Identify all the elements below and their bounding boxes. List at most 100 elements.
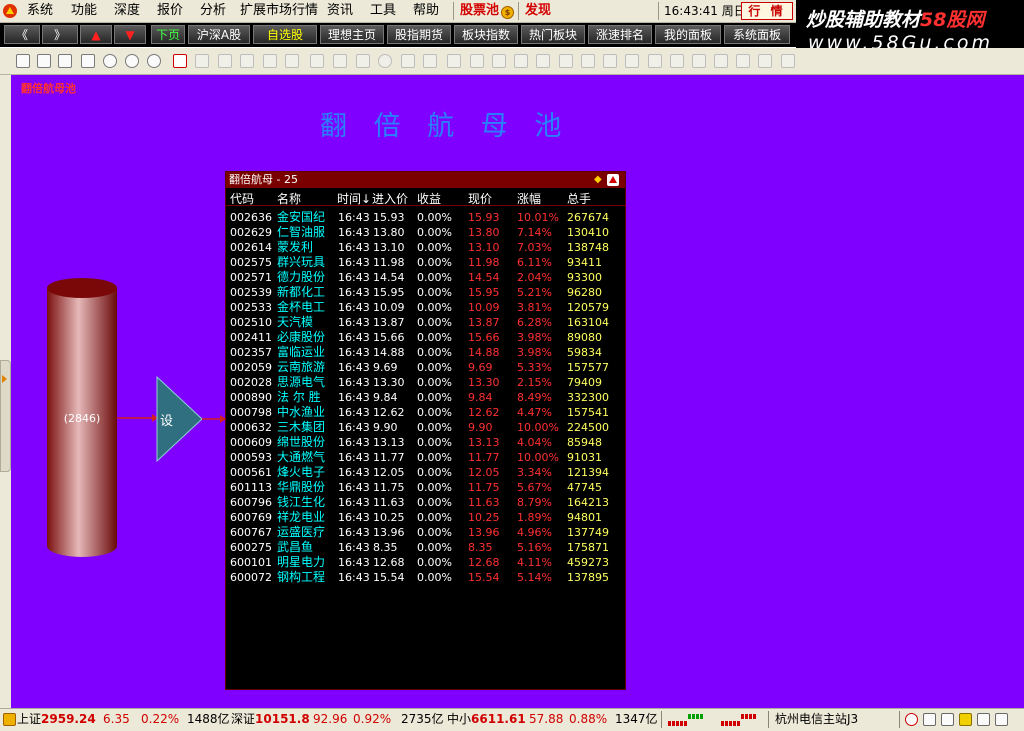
- table-row[interactable]: 002629 仁智油服 16:43 13.80 0.00% 13.80 7.14% 13041…: [226, 225, 625, 240]
- table-row[interactable]: 600796 钱江生化 16:43 11.63 0.00% 11.63 8.79% 16421…: [226, 495, 625, 510]
- down-arrow-button[interactable]: ▼: [114, 25, 146, 44]
- col-header-current-price[interactable]: 现价: [468, 190, 492, 207]
- group-icon[interactable]: [447, 54, 461, 68]
- table-row[interactable]: 600101 明星电力 16:43 12.68 0.00% 12.68 4.11% 45927…: [226, 555, 625, 570]
- polygon-tool-icon[interactable]: [401, 54, 415, 68]
- line-tool-icon[interactable]: [263, 54, 277, 68]
- col-header-change-pct[interactable]: 涨幅: [517, 190, 541, 207]
- server-name[interactable]: 杭州电信主站J3: [775, 709, 858, 730]
- stop-icon[interactable]: [147, 54, 161, 68]
- distribute-v-icon[interactable]: [692, 54, 706, 68]
- same-height-icon[interactable]: [736, 54, 750, 68]
- ungroup-icon[interactable]: [470, 54, 484, 68]
- dollar-icon[interactable]: [959, 713, 972, 726]
- menu-tools[interactable]: 工具: [370, 0, 396, 22]
- menu-discover[interactable]: 发现: [525, 0, 551, 22]
- tab-hot-sectors[interactable]: 热门板块: [521, 25, 585, 44]
- table-row[interactable]: 000890 法 尔 胜 16:43 9.84 0.00% 9.84 8.49% 332300: [226, 390, 625, 405]
- bring-front-icon[interactable]: [492, 54, 506, 68]
- align-bottom-icon[interactable]: [581, 54, 595, 68]
- table-row[interactable]: 000561 烽火电子 16:43 12.05 0.00% 12.05 3.34% 12139…: [226, 465, 625, 480]
- pause-icon[interactable]: [125, 54, 139, 68]
- table-row[interactable]: 600275 武昌鱼 16:43 8.35 0.00% 8.35 5.16% 175871: [226, 540, 625, 555]
- message-icon[interactable]: [941, 713, 954, 726]
- format-icon[interactable]: [240, 54, 254, 68]
- tab-favorites[interactable]: 自选股: [253, 25, 317, 44]
- align-right-icon[interactable]: [648, 54, 662, 68]
- same-size-icon[interactable]: [758, 54, 772, 68]
- table-row[interactable]: 002028 思源电气 16:43 13.30 0.00% 13.30 2.15% 79409: [226, 375, 625, 390]
- col-header-volume[interactable]: 总手: [567, 190, 591, 207]
- open-folder-icon[interactable]: [37, 54, 51, 68]
- menu-analysis[interactable]: 分析: [200, 0, 226, 22]
- menu-depth[interactable]: 深度: [114, 0, 140, 22]
- shape-tool-icon[interactable]: [423, 54, 437, 68]
- send-back-icon[interactable]: [514, 54, 528, 68]
- table-row[interactable]: 002357 富临运业 16:43 14.88 0.00% 14.88 3.98% 59834: [226, 345, 625, 360]
- table-row[interactable]: 002059 云南旅游 16:43 9.69 0.00% 9.69 5.33% 157577: [226, 360, 625, 375]
- tab-index-futures[interactable]: 股指期货: [387, 25, 451, 44]
- col-header-code[interactable]: 代码: [230, 190, 254, 207]
- copy-icon[interactable]: [195, 54, 209, 68]
- table-row[interactable]: 600769 祥龙电业 16:43 10.25 0.00% 10.25 1.89% 94801: [226, 510, 625, 525]
- up-arrow-button[interactable]: ▲: [80, 25, 112, 44]
- save-icon[interactable]: [58, 54, 72, 68]
- back-button[interactable]: 《: [4, 25, 40, 44]
- table-row[interactable]: 000609 绵世股份 16:43 13.13 0.00% 13.13 4.04% 85948: [226, 435, 625, 450]
- rectangle-tool-icon[interactable]: [356, 54, 370, 68]
- new-document-icon[interactable]: [16, 54, 30, 68]
- align-top-icon[interactable]: [536, 54, 550, 68]
- distribute-h-icon[interactable]: [670, 54, 684, 68]
- table-row[interactable]: 601113 华鼎股份 16:43 11.75 0.00% 11.75 5.67% 47745: [226, 480, 625, 495]
- tab-speed-ranking[interactable]: 涨速排名: [588, 25, 652, 44]
- table-row[interactable]: 002533 金杯电工 16:43 10.09 0.00% 10.09 3.81% 12057…: [226, 300, 625, 315]
- quote-button[interactable]: 行 情: [741, 2, 793, 20]
- table-row[interactable]: 002571 德力股份 16:43 14.54 0.00% 14.54 2.04% 93300: [226, 270, 625, 285]
- tab-ideal-home[interactable]: 理想主页: [320, 25, 384, 44]
- tab-system-panel[interactable]: 系统面板: [724, 25, 790, 44]
- menu-extended-market[interactable]: 扩展市场行情: [240, 0, 318, 22]
- arrow-tool-icon[interactable]: [285, 54, 299, 68]
- table-row[interactable]: 000593 大通燃气 16:43 11.77 0.00% 11.77 10.00% 9103…: [226, 450, 625, 465]
- menu-stock-pool[interactable]: 股票池 $: [460, 0, 515, 22]
- select-area-icon[interactable]: [310, 54, 324, 68]
- table-row[interactable]: 002510 天汽模 16:43 13.87 0.00% 13.87 6.28% 163104: [226, 315, 625, 330]
- zx-index-group[interactable]: 中小6611.61: [447, 709, 526, 730]
- text-tool-icon[interactable]: [333, 54, 347, 68]
- col-header-entry-price[interactable]: 进入价: [372, 190, 408, 207]
- help-icon[interactable]: [995, 713, 1008, 726]
- table-row[interactable]: 002411 必康股份 16:43 15.66 0.00% 15.66 3.98% 89080: [226, 330, 625, 345]
- col-header-time[interactable]: 时间↓: [337, 190, 371, 207]
- next-page-button[interactable]: 下页: [151, 25, 185, 44]
- menu-system[interactable]: 系统: [27, 0, 53, 22]
- expand-arrow-icon[interactable]: [2, 375, 7, 383]
- align-middle-icon[interactable]: [559, 54, 573, 68]
- col-header-name[interactable]: 名称: [277, 190, 301, 207]
- antenna-icon[interactable]: [977, 713, 990, 726]
- menu-function[interactable]: 功能: [71, 0, 97, 22]
- grid-icon[interactable]: [781, 54, 795, 68]
- table-row[interactable]: 600072 钢构工程 16:43 15.54 0.00% 15.54 5.14% 13789…: [226, 570, 625, 585]
- delete-icon[interactable]: [81, 54, 95, 68]
- table-row[interactable]: 002575 群兴玩具 16:43 11.98 0.00% 11.98 6.11% 93411: [226, 255, 625, 270]
- tab-shanghai-shenzhen-a[interactable]: 沪深A股: [188, 25, 250, 44]
- menu-help[interactable]: 帮助: [413, 0, 439, 22]
- align-left-icon[interactable]: [603, 54, 617, 68]
- same-width-icon[interactable]: [714, 54, 728, 68]
- play-icon[interactable]: [103, 54, 117, 68]
- sz-index-group[interactable]: 深证10151.8: [231, 709, 310, 730]
- table-row[interactable]: 600767 运盛医疗 16:43 13.96 0.00% 13.96 4.96% 13774…: [226, 525, 625, 540]
- tab-my-panel[interactable]: 我的面板: [655, 25, 721, 44]
- circle-tool-icon[interactable]: [378, 54, 392, 68]
- paste-icon[interactable]: [218, 54, 232, 68]
- align-center-icon[interactable]: [625, 54, 639, 68]
- table-row[interactable]: 000632 三木集团 16:43 9.90 0.00% 9.90 10.00% 224500: [226, 420, 625, 435]
- table-row[interactable]: 000798 中水渔业 16:43 12.62 0.00% 12.62 4.47% 15754…: [226, 405, 625, 420]
- forward-button[interactable]: 》: [42, 25, 78, 44]
- collapse-up-icon[interactable]: [607, 174, 619, 186]
- menu-news[interactable]: 资讯: [327, 0, 353, 22]
- pointer-tool-icon[interactable]: [173, 54, 187, 68]
- sh-index-group[interactable]: 上证2959.24: [17, 709, 96, 730]
- refresh-icon[interactable]: [905, 713, 918, 726]
- col-header-gain[interactable]: 收益: [417, 190, 441, 207]
